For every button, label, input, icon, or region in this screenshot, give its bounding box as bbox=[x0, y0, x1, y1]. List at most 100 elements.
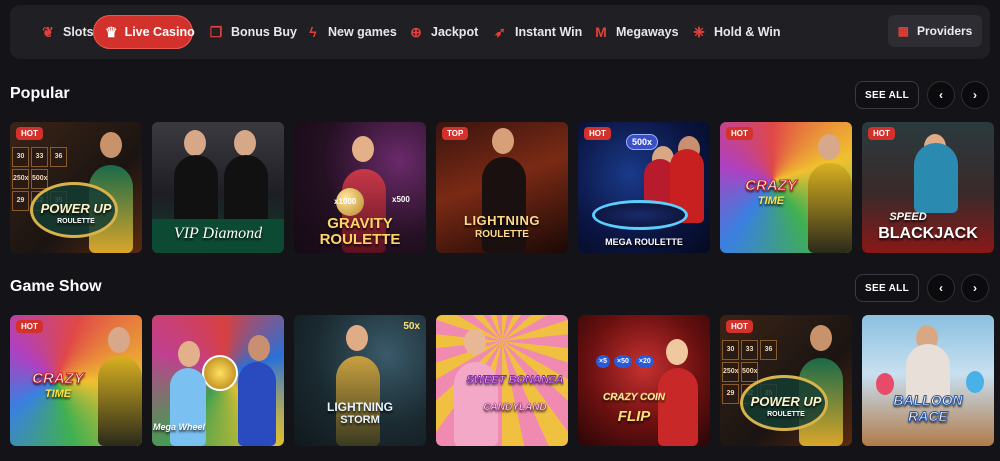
nav-item-bonus-buy[interactable]: ❒ Bonus Buy bbox=[196, 15, 307, 49]
gift-icon: ❒ bbox=[209, 23, 223, 40]
roulette-wheel bbox=[592, 200, 688, 230]
hot-badge: HOT bbox=[584, 127, 611, 140]
multiplier-text: 50x bbox=[403, 321, 420, 332]
top-badge: TOP bbox=[442, 127, 469, 140]
dealer-icon: ♛ bbox=[105, 23, 118, 40]
dealer-head bbox=[818, 134, 840, 160]
game-tile[interactable]: HOT 500x MEGA ROULETTE bbox=[578, 122, 710, 253]
game-logo: POWER UP bbox=[40, 201, 112, 216]
dealer-head bbox=[492, 128, 514, 154]
nav-item-new-games[interactable]: ϟ New games bbox=[293, 15, 407, 49]
game-tile[interactable]: ×5 ×50 ×20 CRAZY COIN FLIP bbox=[578, 315, 710, 446]
next-popular-button[interactable]: › bbox=[961, 81, 989, 109]
board-cell: 500x bbox=[741, 362, 758, 382]
game-logo-sub: STORM bbox=[340, 414, 380, 426]
section-title-popular: Popular bbox=[10, 85, 70, 102]
board-cell: 36 bbox=[760, 340, 777, 360]
dealer-figure bbox=[174, 155, 218, 225]
game-tile[interactable]: HOT CRAZY TIME bbox=[720, 122, 852, 253]
nav-item-instant-win[interactable]: ➶ Instant Win bbox=[480, 15, 592, 49]
hot-badge: HOT bbox=[726, 320, 753, 333]
hot-badge: HOT bbox=[16, 127, 43, 140]
dealer-head bbox=[352, 136, 374, 162]
board-cell: 33 bbox=[31, 147, 48, 167]
game-logo-sub: ROULETTE bbox=[767, 411, 805, 418]
dealer-head bbox=[666, 339, 688, 365]
dealer-figure bbox=[98, 356, 142, 446]
chevron-right-icon: › bbox=[973, 88, 977, 102]
game-logo: Mega Wheel bbox=[152, 422, 205, 432]
dealer-head bbox=[234, 130, 256, 156]
providers-button[interactable]: ▦ Providers bbox=[888, 15, 982, 47]
prev-game-show-button[interactable]: ‹ bbox=[927, 274, 955, 302]
dealer-head bbox=[346, 325, 368, 351]
game-logo-sub: ROULETTE bbox=[319, 231, 401, 248]
board-cell: 30 bbox=[12, 147, 29, 167]
board-cell: 250x bbox=[722, 362, 739, 382]
cherries-icon: ❦ bbox=[42, 23, 54, 40]
game-tile[interactable]: VIP Diamond bbox=[152, 122, 284, 253]
game-tile[interactable]: Mega Wheel bbox=[152, 315, 284, 446]
game-logo-sub: TIME bbox=[44, 388, 72, 400]
game-tile[interactable]: HOT SPEED BLACKJACK bbox=[862, 122, 994, 253]
game-logo: CRAZY bbox=[745, 177, 798, 194]
multiplier-row: ×5 ×50 ×20 bbox=[596, 355, 654, 368]
game-tile[interactable]: HOT 30 33 36 250x 500x 29 32 35 POWER UP… bbox=[10, 122, 142, 253]
game-logo: SWEET BONANZA bbox=[466, 374, 564, 386]
board-cell: 33 bbox=[741, 340, 758, 360]
next-game-show-button[interactable]: › bbox=[961, 274, 989, 302]
chevron-right-icon: › bbox=[973, 281, 977, 295]
board-cell: 36 bbox=[50, 147, 67, 167]
game-tile[interactable]: BALLOON RACE bbox=[862, 315, 994, 446]
dealer-head bbox=[248, 335, 270, 361]
nav-item-jackpot[interactable]: ⊕ Jackpot bbox=[396, 15, 488, 49]
game-tile[interactable]: 50x LIGHTNING STORM bbox=[294, 315, 426, 446]
prev-popular-button[interactable]: ‹ bbox=[927, 81, 955, 109]
nav-item-label: Live Casino bbox=[124, 25, 195, 39]
lightning-icon: ϟ bbox=[309, 24, 317, 40]
see-all-popular-button[interactable]: SEE ALL bbox=[855, 81, 919, 109]
dealer-figure bbox=[808, 163, 852, 253]
nav-item-label: Megaways bbox=[616, 25, 679, 39]
game-tile[interactable]: HOT 30 33 36 250x 500x 29 32 35 POWER UP… bbox=[720, 315, 852, 446]
game-logo-sub: TIME bbox=[757, 195, 785, 207]
dealer-head bbox=[178, 341, 200, 367]
game-logo: CRAZY COIN bbox=[602, 392, 666, 403]
chevron-left-icon: ‹ bbox=[939, 88, 943, 102]
game-tile[interactable]: TOP LIGHTNING ROULETTE bbox=[436, 122, 568, 253]
dealer-figure bbox=[170, 368, 206, 446]
game-show-carousel: HOT CRAZY TIME Mega Wheel 50x LIGHTNING … bbox=[10, 315, 994, 446]
game-logo: MEGA ROULETTE bbox=[605, 237, 683, 247]
game-logo: LIGHTNING bbox=[464, 213, 540, 228]
section-title-game-show: Game Show bbox=[10, 278, 102, 295]
nav-item-label: Hold & Win bbox=[714, 25, 781, 39]
providers-label: Providers bbox=[916, 24, 973, 38]
dealer-figure bbox=[658, 368, 698, 446]
moneybag-icon: ⊕ bbox=[410, 23, 422, 40]
hot-badge: HOT bbox=[16, 320, 43, 333]
nav-item-label: Instant Win bbox=[515, 25, 583, 39]
dealer-head bbox=[100, 132, 122, 158]
dealer-figure bbox=[224, 155, 268, 225]
nav-item-live-casino[interactable]: ♛ Live Casino bbox=[93, 15, 195, 49]
game-logo: LIGHTNING bbox=[327, 400, 393, 414]
game-tile[interactable]: x1000 x500 GRAVITY ROULETTE bbox=[294, 122, 426, 253]
nav-item-label: Slots bbox=[63, 25, 94, 39]
multiplier-text: x500 bbox=[392, 195, 410, 204]
nav-item-hold-win[interactable]: ❈ Hold & Win bbox=[679, 15, 791, 49]
see-all-game-show-button[interactable]: SEE ALL bbox=[855, 274, 919, 302]
game-tile[interactable]: HOT CRAZY TIME bbox=[10, 315, 142, 446]
hot-badge: HOT bbox=[868, 127, 895, 140]
board-cell: 500x bbox=[31, 169, 48, 189]
nav-item-megaways[interactable]: M Megaways bbox=[581, 15, 689, 49]
board-cell: 250x bbox=[12, 169, 29, 189]
game-logo-sub: RACE bbox=[908, 408, 949, 424]
game-logo-sub: CANDYLAND bbox=[483, 402, 547, 413]
game-tile[interactable]: SWEET BONANZA CANDYLAND bbox=[436, 315, 568, 446]
balloon bbox=[966, 371, 984, 393]
grid-icon: ▦ bbox=[897, 24, 909, 38]
hot-badge: HOT bbox=[726, 127, 753, 140]
multiplier-chip: ×5 bbox=[596, 355, 610, 368]
dealer-head bbox=[810, 325, 832, 351]
multiplier-chip: ×20 bbox=[635, 355, 654, 368]
